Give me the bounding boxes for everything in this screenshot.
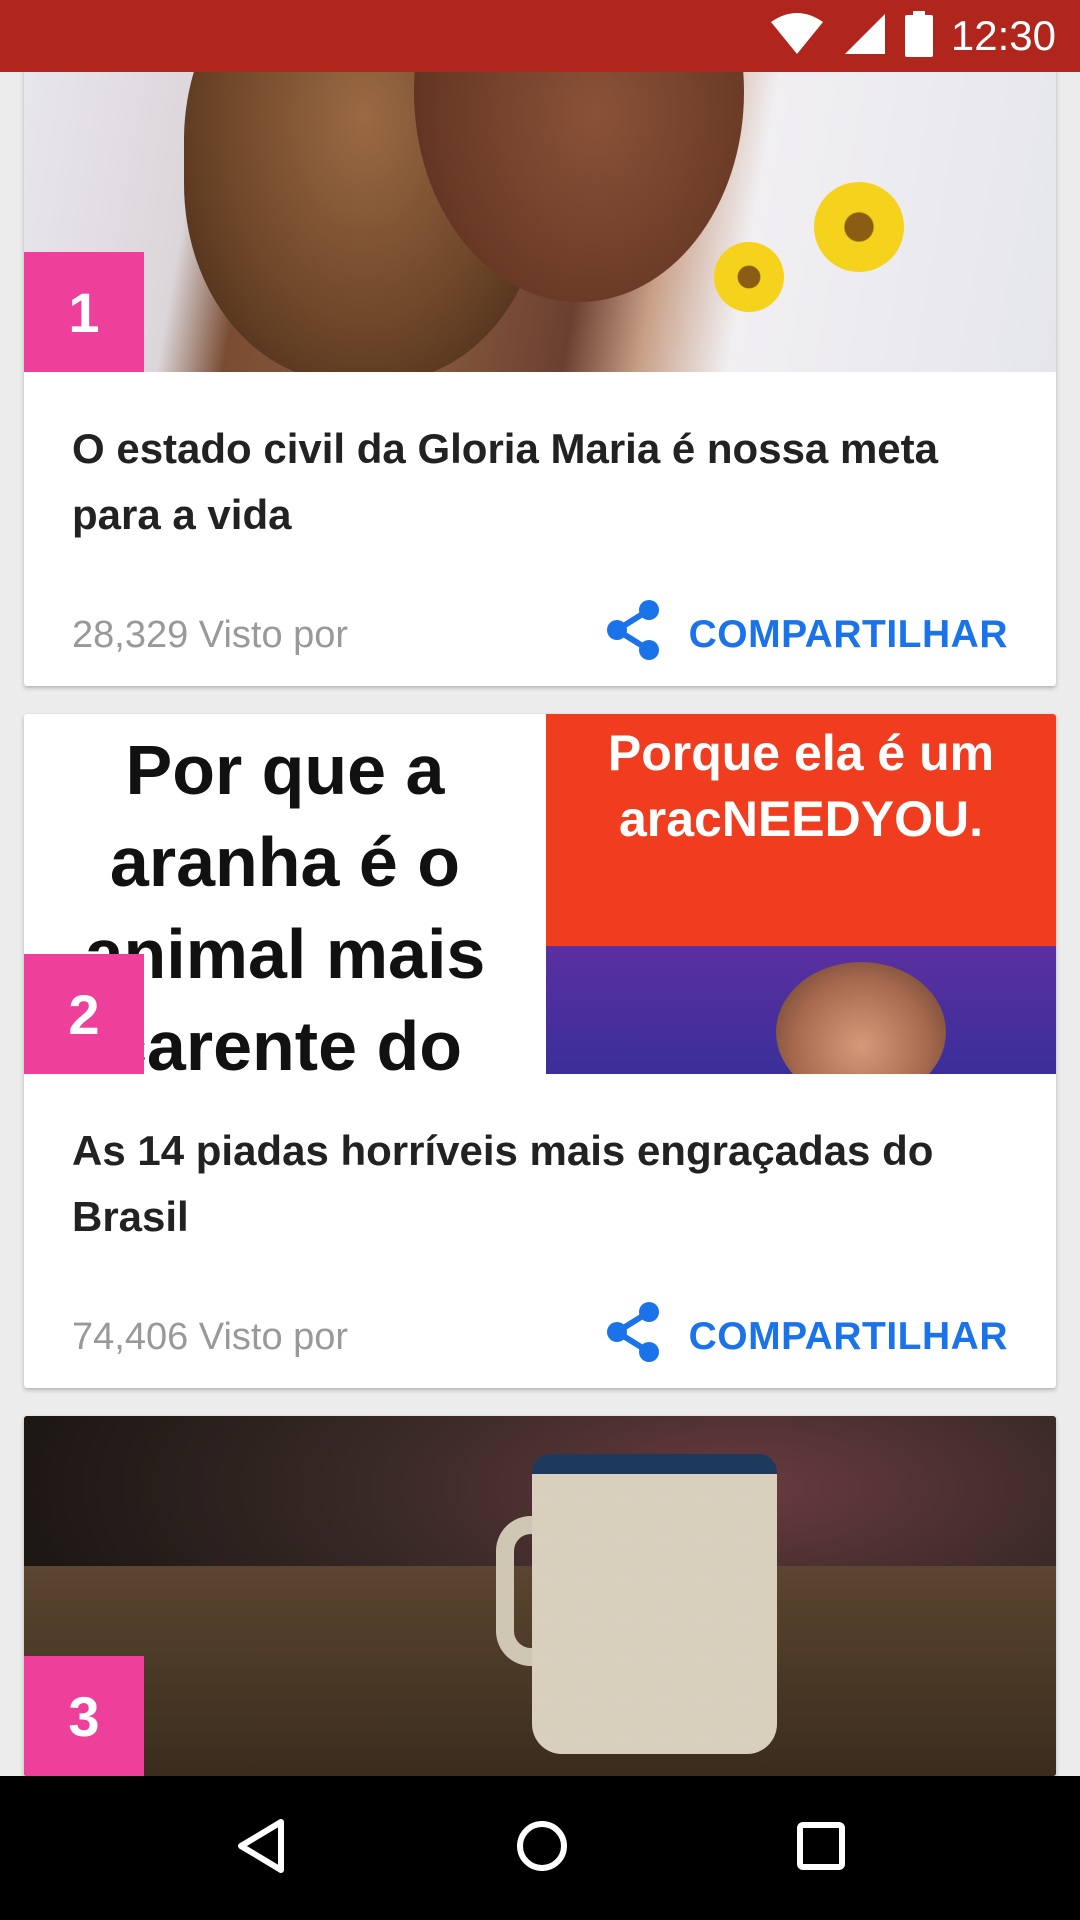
article-title[interactable]: As 14 piadas horríveis mais engraçadas d… xyxy=(24,1074,1056,1250)
share-icon xyxy=(605,1302,661,1372)
navigation-bar xyxy=(0,1776,1080,1920)
article-image[interactable]: 1 xyxy=(24,72,1056,372)
battery-icon xyxy=(904,10,933,62)
article-card[interactable]: Por que a aranha é o animal mais carente… xyxy=(24,714,1056,1388)
share-label: COMPARTILHAR xyxy=(688,1315,1008,1358)
article-image[interactable]: Por que a aranha é o animal mais carente… xyxy=(24,714,1056,1074)
article-title[interactable]: O estado civil da Gloria Maria é nossa m… xyxy=(24,372,1056,548)
share-button[interactable]: COMPARTILHAR xyxy=(605,1302,1008,1372)
image-text-right: Porque ela é um aracNEEDYOU. xyxy=(546,714,1056,1074)
share-label: COMPARTILHAR xyxy=(688,613,1008,656)
article-card[interactable]: 3 xyxy=(24,1416,1056,1776)
card-footer: 74,406 Visto por COMPARTILHAR xyxy=(24,1250,1056,1388)
view-count: 28,329 Visto por xyxy=(72,613,349,656)
status-bar: 12:30 xyxy=(0,0,1080,72)
wifi-icon xyxy=(769,12,825,61)
rank-badge: 2 xyxy=(24,954,144,1074)
article-card[interactable]: 1 O estado civil da Gloria Maria é nossa… xyxy=(24,72,1056,686)
article-feed[interactable]: 1 O estado civil da Gloria Maria é nossa… xyxy=(0,72,1080,1776)
home-circle-icon[interactable] xyxy=(514,1818,570,1879)
signal-icon xyxy=(843,12,887,61)
card-footer: 28,329 Visto por COMPARTILHAR xyxy=(24,548,1056,686)
back-triangle-icon[interactable] xyxy=(233,1816,289,1881)
article-image[interactable]: 3 xyxy=(24,1416,1056,1776)
share-button[interactable]: COMPARTILHAR xyxy=(605,600,1008,670)
share-icon xyxy=(605,600,661,670)
rank-badge: 3 xyxy=(24,1656,144,1776)
recents-square-icon[interactable] xyxy=(795,1820,847,1877)
rank-badge: 1 xyxy=(24,252,144,372)
clock: 12:30 xyxy=(950,12,1056,59)
view-count: 74,406 Visto por xyxy=(72,1315,349,1358)
